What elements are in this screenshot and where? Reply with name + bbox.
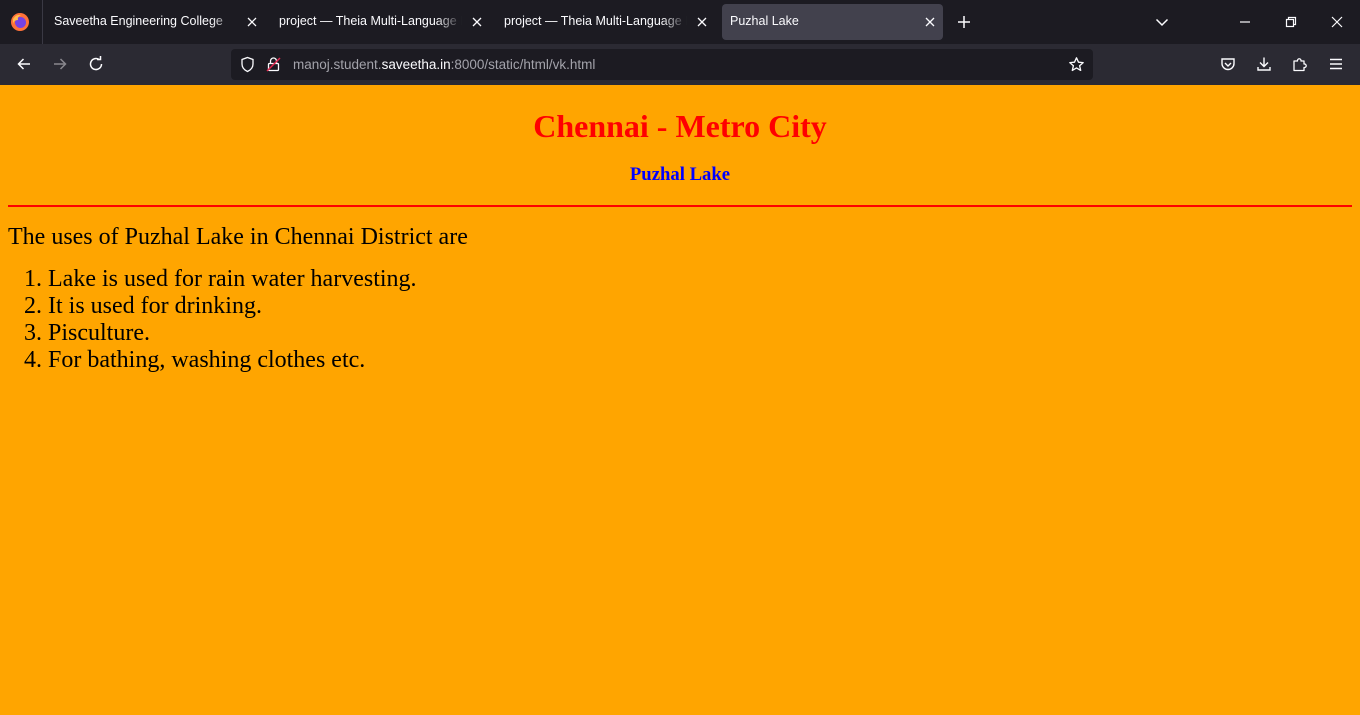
tab-title: project — Theia Multi-Language Explorer: [504, 14, 687, 28]
horizontal-rule: [8, 205, 1352, 207]
pocket-icon[interactable]: [1219, 55, 1237, 73]
minimize-icon[interactable]: [1237, 14, 1253, 30]
url-domain: saveetha.in: [381, 57, 451, 72]
window-close-icon[interactable]: [1329, 14, 1345, 30]
tab-strip-divider: [42, 0, 43, 44]
url-text[interactable]: manoj.student.saveetha.in:8000/static/ht…: [293, 57, 595, 72]
list-item: For bathing, washing clothes etc.: [48, 347, 1352, 374]
arrow-right-icon[interactable]: [51, 55, 69, 73]
list-item: Pisculture.: [48, 320, 1352, 347]
puzzle-icon[interactable]: [1291, 55, 1309, 73]
tab-title: Saveetha Engineering College: [54, 14, 223, 28]
close-icon[interactable]: [923, 15, 937, 29]
download-icon[interactable]: [1255, 55, 1273, 73]
tab-puzhal-lake[interactable]: Puzhal Lake: [722, 4, 943, 40]
navigation-toolbar: manoj.student.saveetha.in:8000/static/ht…: [0, 44, 1360, 85]
reload-icon[interactable]: [87, 55, 105, 73]
tab-title: Puzhal Lake: [730, 14, 799, 28]
tab-project-theia-2[interactable]: project — Theia Multi-Language Explorer: [496, 4, 715, 40]
list-item: It is used for drinking.: [48, 293, 1352, 320]
address-bar[interactable]: manoj.student.saveetha.in:8000/static/ht…: [231, 49, 1093, 80]
url-path: :8000/static/html/vk.html: [450, 57, 596, 72]
star-icon[interactable]: [1068, 56, 1085, 73]
firefox-logo-icon[interactable]: [10, 12, 30, 32]
lock-strike-icon[interactable]: [265, 56, 282, 73]
restore-icon[interactable]: [1283, 14, 1299, 30]
tab-strip: Saveetha Engineering College project — T…: [0, 0, 1360, 44]
close-icon[interactable]: [470, 15, 484, 29]
close-icon[interactable]: [695, 15, 709, 29]
tab-title: project — Theia Multi-Language Explorer: [279, 14, 462, 28]
intro-text: The uses of Puzhal Lake in Chennai Distr…: [8, 224, 468, 250]
arrow-left-icon[interactable]: [15, 55, 33, 73]
uses-list: Lake is used for rain water harvesting. …: [8, 266, 1352, 374]
page-subheading: Puzhal Lake: [629, 164, 731, 185]
plus-icon[interactable]: [955, 13, 973, 31]
page-content: Chennai - Metro City Puzhal Lake The use…: [0, 85, 1360, 715]
url-prefix: manoj.student.: [293, 57, 382, 72]
shield-icon[interactable]: [239, 56, 256, 73]
hamburger-icon[interactable]: [1327, 55, 1345, 73]
tab-saveetha[interactable]: Saveetha Engineering College: [46, 4, 265, 40]
page-heading: Chennai - Metro City: [533, 108, 827, 144]
close-icon[interactable]: [245, 15, 259, 29]
chevron-down-icon[interactable]: [1153, 13, 1171, 31]
list-item: Lake is used for rain water harvesting.: [48, 266, 1352, 293]
tab-project-theia-1[interactable]: project — Theia Multi-Language Explorer: [271, 4, 490, 40]
